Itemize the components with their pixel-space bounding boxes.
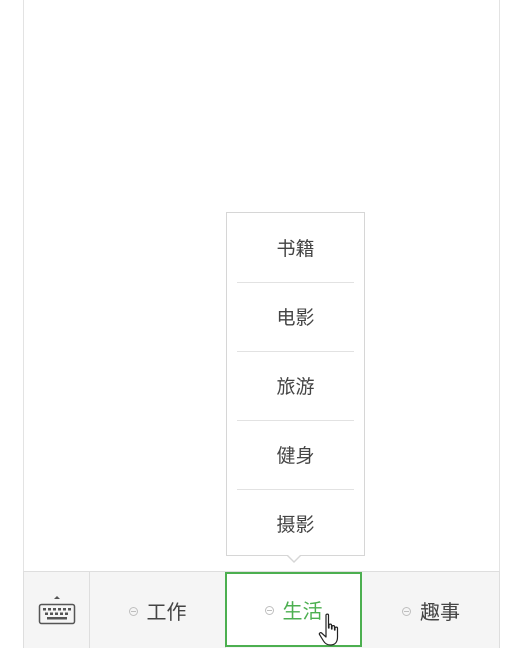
submenu-item-label: 电影 [276,307,315,329]
menu-item-label: 工作 [146,599,187,624]
keyboard-icon [38,596,75,625]
submenu-item-fitness[interactable]: 健身 [227,420,364,489]
menu-dot-icon [128,606,138,616]
hand-cursor-icon [318,613,339,646]
menu-item-label: 生活 [282,599,323,623]
submenu-item-movies[interactable]: 电影 [227,282,364,351]
menu-item-work[interactable]: 工作 [90,572,226,648]
menu-item-label: 趣事 [420,599,460,624]
menu-dot-icon [264,606,274,615]
menu-item-fun[interactable]: 趣事 [362,572,500,648]
menu-dot-icon [402,606,411,616]
submenu-item-label: 书籍 [276,238,315,260]
submenu-popup: 书籍 电影 旅游 健身 摄影 [226,212,365,556]
submenu-item-label: 旅游 [276,376,315,398]
submenu-item-label: 摄影 [276,514,315,536]
submenu-arrow-inner [287,554,301,561]
keyboard-toggle-button[interactable] [24,572,90,648]
submenu-item-books[interactable]: 书籍 [227,213,364,282]
submenu-item-label: 健身 [276,445,315,467]
submenu-item-photography[interactable]: 摄影 [227,489,364,558]
submenu-item-travel[interactable]: 旅游 [227,351,364,420]
